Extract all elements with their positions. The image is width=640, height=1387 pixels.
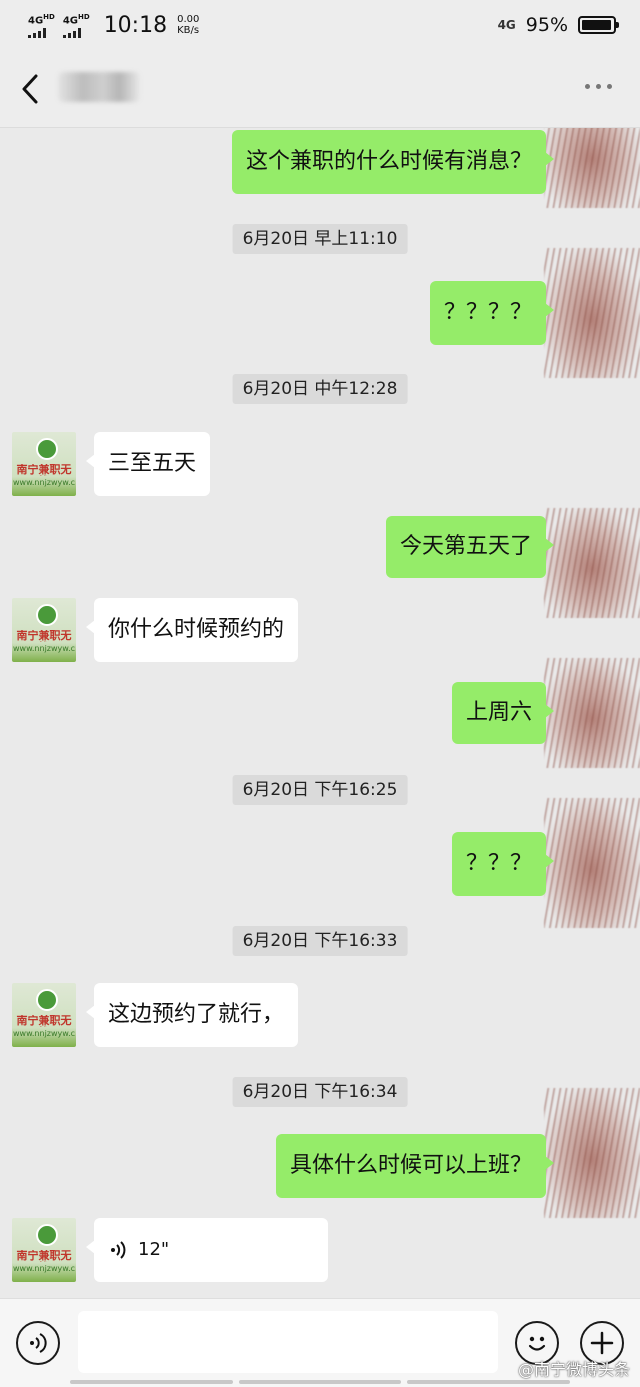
network-1-label: 4G: [28, 15, 44, 27]
message-input[interactable]: [78, 1311, 498, 1373]
received-message[interactable]: 这边预约了就行，: [85, 983, 299, 1047]
my-avatar[interactable]: [544, 248, 640, 378]
avatar-line1: 南宁兼职无忧: [16, 630, 72, 642]
avatar-line1: 南宁兼职无忧: [16, 1250, 72, 1262]
timestamp: 6月20日 下午16:34: [232, 1077, 408, 1107]
voice-icon[interactable]: [16, 1321, 60, 1365]
contact-avatar[interactable]: 南宁兼职无忧 www.nnjzwyw.c: [12, 598, 76, 662]
sent-message[interactable]: ？？？: [451, 832, 555, 896]
received-message[interactable]: 三至五天: [85, 432, 211, 496]
logo-icon: [36, 438, 58, 460]
contact-avatar[interactable]: 南宁兼职无忧 www.nnjzwyw.c: [12, 432, 76, 496]
cellular-label: 4G: [497, 18, 516, 32]
network-indicator-1: 4GHD: [28, 12, 55, 39]
signal-bars-icon: [62, 28, 81, 39]
chevron-left-icon[interactable]: [18, 72, 48, 106]
my-avatar[interactable]: [544, 1088, 640, 1218]
network-2-label: 4G: [62, 15, 79, 27]
chat-area[interactable]: 这个兼职的什么时候有消息？ 6月20日 早上11:10 ？？？？ 6月20日 中…: [0, 128, 640, 1298]
network-indicator-2: 4GHD: [62, 12, 90, 39]
status-time: 10:18: [103, 12, 168, 38]
voice-wave-icon: [108, 1239, 130, 1261]
speed-value: 0.00: [177, 14, 200, 25]
voice-message[interactable]: 12": [86, 1218, 328, 1282]
my-avatar[interactable]: [544, 128, 640, 208]
sent-message[interactable]: 具体什么时候可以上班？: [275, 1134, 555, 1198]
my-avatar[interactable]: [544, 798, 640, 928]
chat-header: [0, 50, 640, 128]
avatar-line2: www.nnjzwyw.c: [12, 478, 76, 487]
my-avatar[interactable]: [544, 658, 640, 768]
sent-message[interactable]: ？？？？: [429, 281, 555, 345]
signal-bars-icon: [28, 28, 46, 39]
received-message[interactable]: 你什么时候预约的: [85, 598, 299, 662]
sent-message[interactable]: 这个兼职的什么时候有消息？: [231, 130, 555, 194]
voice-duration: 12": [138, 1239, 170, 1260]
battery-percent: 95%: [525, 14, 568, 36]
status-bar: 4GHD 4GHD 10:18 0.00 KB/s 4G 95%: [0, 0, 640, 50]
sent-message[interactable]: 上周六: [451, 682, 555, 744]
avatar-line1: 南宁兼职无忧: [16, 1015, 72, 1027]
logo-icon: [36, 989, 58, 1011]
battery-icon: [578, 16, 619, 34]
timestamp: 6月20日 下午16:25: [232, 775, 408, 805]
avatar-line2: www.nnjzwyw.c: [12, 1029, 76, 1038]
network-1-sup: HD: [43, 12, 55, 21]
contact-avatar[interactable]: 南宁兼职无忧 www.nnjzwyw.c: [12, 983, 76, 1047]
timestamp: 6月20日 下午16:33: [232, 926, 408, 956]
sent-message[interactable]: 今天第五天了: [385, 516, 555, 578]
speed-unit: KB/s: [177, 25, 200, 36]
more-dots-icon[interactable]: [585, 84, 612, 89]
status-right: 4G 95%: [497, 14, 619, 36]
home-indicator: [70, 1380, 571, 1384]
logo-icon: [36, 604, 58, 626]
my-avatar[interactable]: [544, 508, 640, 618]
network-speed: 0.00 KB/s: [177, 14, 199, 36]
contact-avatar[interactable]: 南宁兼职无忧 www.nnjzwyw.c: [12, 1218, 76, 1282]
avatar-line2: www.nnjzwyw.c: [12, 1264, 76, 1273]
contact-name-redacted: [58, 72, 140, 102]
network-2-sup: HD: [78, 12, 90, 21]
avatar-line1: 南宁兼职无忧: [16, 464, 72, 476]
avatar-line2: www.nnjzwyw.c: [12, 644, 76, 653]
timestamp: 6月20日 中午12:28: [232, 374, 408, 404]
logo-icon: [36, 1224, 58, 1246]
watermark: @南宁微博头条: [517, 1360, 630, 1379]
timestamp: 6月20日 早上11:10: [232, 224, 408, 254]
